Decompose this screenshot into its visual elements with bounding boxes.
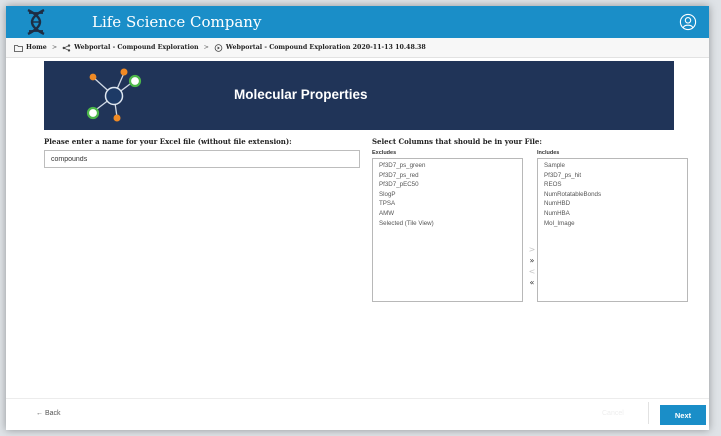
list-item[interactable]: Sample	[544, 161, 687, 171]
dna-logo-icon	[27, 9, 45, 35]
list-item[interactable]: Pf3D7_ps_red	[379, 171, 522, 181]
app-window: Life Science Company Home > Webportal - …	[6, 6, 709, 430]
transfer-controls: > » < «	[527, 244, 537, 288]
list-item[interactable]: NumHBD	[544, 199, 687, 209]
excludes-header: Excludes	[372, 150, 397, 156]
list-item[interactable]: Pf3D7_pEC50	[379, 180, 522, 190]
move-all-right-button[interactable]: »	[527, 255, 537, 266]
filename-label: Please enter a name for your Excel file …	[44, 137, 292, 146]
includes-list[interactable]: Sample Pf3D7_ps_hit REOS NumRotatableBon…	[537, 158, 688, 302]
top-bar: Life Science Company	[6, 6, 709, 38]
page-title: Molecular Properties	[234, 87, 368, 102]
footer-divider	[6, 398, 709, 399]
move-one-right-button[interactable]: >	[527, 244, 537, 255]
list-item[interactable]: Pf3D7_ps_hit	[544, 171, 687, 181]
move-one-left-button[interactable]: <	[527, 266, 537, 277]
breadcrumb: Home > Webportal - Compound Exploration …	[6, 38, 709, 58]
list-item[interactable]: Selected (Tile View)	[379, 219, 522, 229]
list-item[interactable]: NumRotatableBonds	[544, 190, 687, 200]
includes-header: Includes	[537, 150, 560, 156]
move-all-left-button[interactable]: «	[527, 277, 537, 288]
back-label: Back	[44, 410, 61, 417]
filename-input[interactable]	[44, 150, 360, 168]
list-item[interactable]: REOS	[544, 180, 687, 190]
breadcrumb-item-exploration[interactable]: Webportal - Compound Exploration	[74, 44, 199, 51]
list-item[interactable]: AMW	[379, 209, 522, 219]
list-item[interactable]: SlogP	[379, 190, 522, 200]
play-circle-icon	[214, 43, 223, 52]
breadcrumb-item-current[interactable]: Webportal - Compound Exploration 2020-11…	[226, 44, 426, 51]
share-nodes-icon	[62, 43, 71, 52]
arrow-left-icon: ←	[36, 410, 43, 417]
user-account-icon[interactable]	[679, 13, 697, 31]
list-item[interactable]: TPSA	[379, 199, 522, 209]
list-item[interactable]: Mol_Image	[544, 219, 687, 229]
molecule-network-icon	[86, 68, 142, 122]
page-banner: Molecular Properties	[44, 61, 674, 130]
breadcrumb-separator: >	[51, 44, 58, 51]
list-item[interactable]: Pf3D7_ps_green	[379, 161, 522, 171]
footer-button-divider	[648, 402, 649, 424]
back-button[interactable]: ← Back	[36, 410, 61, 417]
cancel-button[interactable]: Cancel	[602, 410, 624, 417]
excludes-list[interactable]: Pf3D7_ps_green Pf3D7_ps_red Pf3D7_pEC50 …	[372, 158, 523, 302]
list-item[interactable]: NumHBA	[544, 209, 687, 219]
folder-icon	[14, 44, 23, 52]
app-title: Life Science Company	[92, 13, 262, 31]
breadcrumb-separator: >	[203, 44, 209, 51]
next-button[interactable]: Next	[660, 405, 706, 425]
columns-label: Select Columns that should be in your Fi…	[372, 137, 542, 146]
breadcrumb-home[interactable]: Home	[26, 44, 47, 51]
